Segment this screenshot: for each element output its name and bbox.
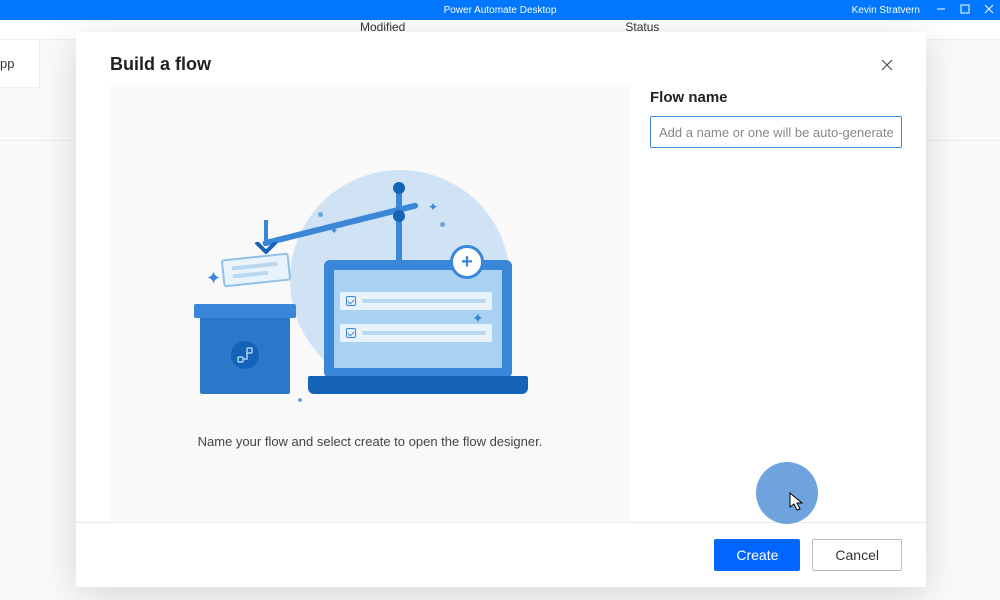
dialog-header: Build a flow: [76, 32, 926, 85]
background-sidebar-fragment: pp: [0, 40, 40, 88]
build-flow-dialog: Build a flow: [76, 32, 926, 587]
minimize-icon[interactable]: [936, 4, 946, 17]
dialog-body: + ✦ ✦ ✦ ✦ Name your flow and select crea…: [76, 85, 926, 522]
illustration-help-text: Name your flow and select create to open…: [198, 434, 543, 449]
app-title: Power Automate Desktop: [444, 5, 557, 16]
flow-illustration: + ✦ ✦ ✦ ✦: [200, 150, 540, 410]
plus-icon: +: [450, 245, 484, 279]
close-dialog-button[interactable]: [878, 56, 896, 74]
flow-name-input[interactable]: [650, 116, 902, 148]
flow-name-label: Flow name: [650, 89, 902, 106]
dialog-title: Build a flow: [110, 54, 211, 75]
illustration-panel: + ✦ ✦ ✦ ✦ Name your flow and select crea…: [110, 85, 630, 522]
flow-icon: [231, 341, 259, 369]
form-panel: Flow name: [650, 85, 902, 522]
click-indicator: [756, 462, 818, 524]
close-window-icon[interactable]: [984, 4, 994, 17]
close-icon: [880, 58, 894, 72]
titlebar: Power Automate Desktop Kevin Stratvern: [0, 0, 1000, 20]
dialog-footer: Create Cancel: [76, 522, 926, 587]
maximize-icon[interactable]: [960, 4, 970, 17]
create-button[interactable]: Create: [714, 539, 800, 571]
cursor-icon: [789, 492, 805, 517]
cancel-button[interactable]: Cancel: [812, 539, 902, 571]
user-name[interactable]: Kevin Stratvern: [852, 5, 920, 16]
